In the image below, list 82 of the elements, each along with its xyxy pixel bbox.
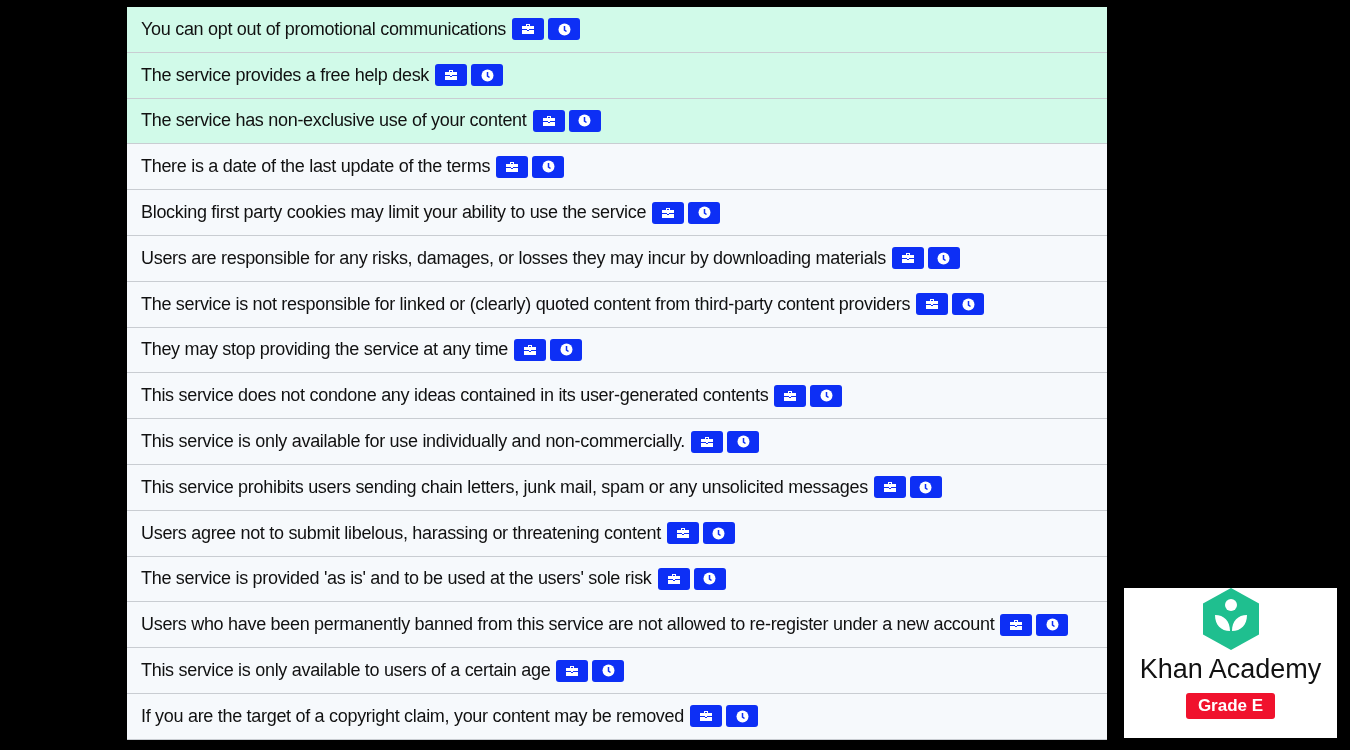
briefcase-button[interactable] (657, 567, 690, 590)
briefcase-icon (900, 252, 915, 265)
point-text: If you are the target of a copyright claim, your content may be removed (141, 705, 684, 727)
briefcase-button[interactable] (691, 430, 723, 453)
briefcase-button[interactable] (666, 522, 699, 545)
briefcase-button[interactable] (514, 338, 547, 361)
briefcase-button[interactable] (891, 247, 924, 270)
clock-button[interactable] (471, 64, 504, 87)
briefcase-button[interactable] (1000, 613, 1033, 636)
clock-button[interactable] (688, 201, 721, 224)
clock-icon (601, 664, 615, 678)
point-text: There is a date of the last update of the terms (141, 156, 491, 178)
clock-button[interactable] (592, 659, 625, 682)
briefcase-icon (783, 389, 798, 402)
clock-button[interactable] (1036, 613, 1069, 636)
clock-icon (712, 526, 726, 540)
clock-button[interactable] (702, 522, 735, 545)
briefcase-button[interactable] (652, 201, 685, 224)
point-text: The service has non-exclusive use of your content (141, 110, 527, 132)
point-text: Blocking first party cookies may limit your ability to use the service (141, 202, 647, 224)
briefcase-button[interactable] (512, 18, 545, 41)
briefcase-icon (1009, 618, 1024, 631)
briefcase-icon (444, 69, 459, 82)
clock-icon (1045, 618, 1059, 632)
briefcase-icon (699, 710, 713, 723)
clock-icon (559, 343, 573, 357)
briefcase-icon (925, 298, 940, 311)
briefcase-icon (675, 527, 690, 540)
clock-icon (736, 435, 750, 449)
clock-button[interactable] (726, 705, 758, 728)
clock-button[interactable] (952, 293, 985, 316)
point-text: You can opt out of promotional communications (141, 18, 507, 40)
clock-button[interactable] (568, 110, 601, 132)
clock-icon (819, 389, 833, 403)
point-text: The service provides a free help desk (141, 64, 430, 86)
clock-icon (697, 206, 711, 220)
clock-icon (735, 709, 749, 723)
briefcase-button[interactable] (496, 155, 529, 178)
clock-icon (919, 480, 933, 494)
service-name: Khan Academy (1139, 654, 1322, 685)
briefcase-icon (661, 206, 676, 219)
clock-button[interactable] (532, 155, 565, 178)
point-text: This service is only available for use individually and non-commercially. (141, 431, 685, 453)
clock-icon (937, 251, 951, 265)
briefcase-icon (541, 115, 556, 127)
point-text: Users who have been permanently banned from this service are not allowed to re-register under a new account (141, 614, 995, 636)
point-text: Users agree not to submit libelous, harassing or threatening content (141, 522, 661, 544)
briefcase-button[interactable] (916, 293, 949, 316)
clock-icon (480, 68, 494, 82)
clock-icon (557, 22, 571, 36)
briefcase-button[interactable] (690, 705, 722, 728)
grade-badge: Grade E (1185, 693, 1276, 719)
briefcase-button[interactable] (435, 64, 468, 87)
clock-button[interactable] (727, 430, 759, 453)
clock-button[interactable] (927, 247, 960, 270)
clock-icon (578, 114, 591, 128)
briefcase-button[interactable] (556, 659, 589, 682)
clock-button[interactable] (810, 384, 843, 407)
briefcase-button[interactable] (774, 384, 807, 407)
point-text: This service is only available to users of a certain age (141, 660, 551, 682)
briefcase-icon (565, 664, 580, 677)
briefcase-icon (521, 23, 536, 36)
clock-button[interactable] (548, 18, 581, 41)
briefcase-icon (882, 481, 897, 494)
clock-button[interactable] (693, 567, 726, 590)
point-text: The service is provided 'as is' and to be used at the users' sole risk (141, 568, 652, 590)
briefcase-icon (523, 343, 538, 356)
briefcase-icon (505, 160, 520, 173)
clock-icon (541, 160, 555, 174)
point-text: Users are responsible for any risks, damages, or losses they may incur by downloading materials (141, 247, 886, 269)
clock-button[interactable] (909, 476, 942, 499)
clock-icon (961, 297, 975, 311)
clock-button[interactable] (550, 338, 583, 361)
clock-icon (703, 572, 717, 586)
point-text: They may stop providing the service at any time (141, 339, 509, 361)
briefcase-icon (666, 572, 681, 585)
point-text: This service prohibits users sending chain letters, junk mail, spam or any unsolicited messages (141, 476, 868, 498)
briefcase-button[interactable] (873, 476, 906, 499)
briefcase-button[interactable] (532, 110, 565, 132)
point-text: This service does not condone any ideas contained in its user-generated contents (141, 385, 769, 407)
point-text: The service is not responsible for linked or (clearly) quoted content from third-party content providers (141, 293, 911, 315)
briefcase-icon (700, 435, 714, 448)
